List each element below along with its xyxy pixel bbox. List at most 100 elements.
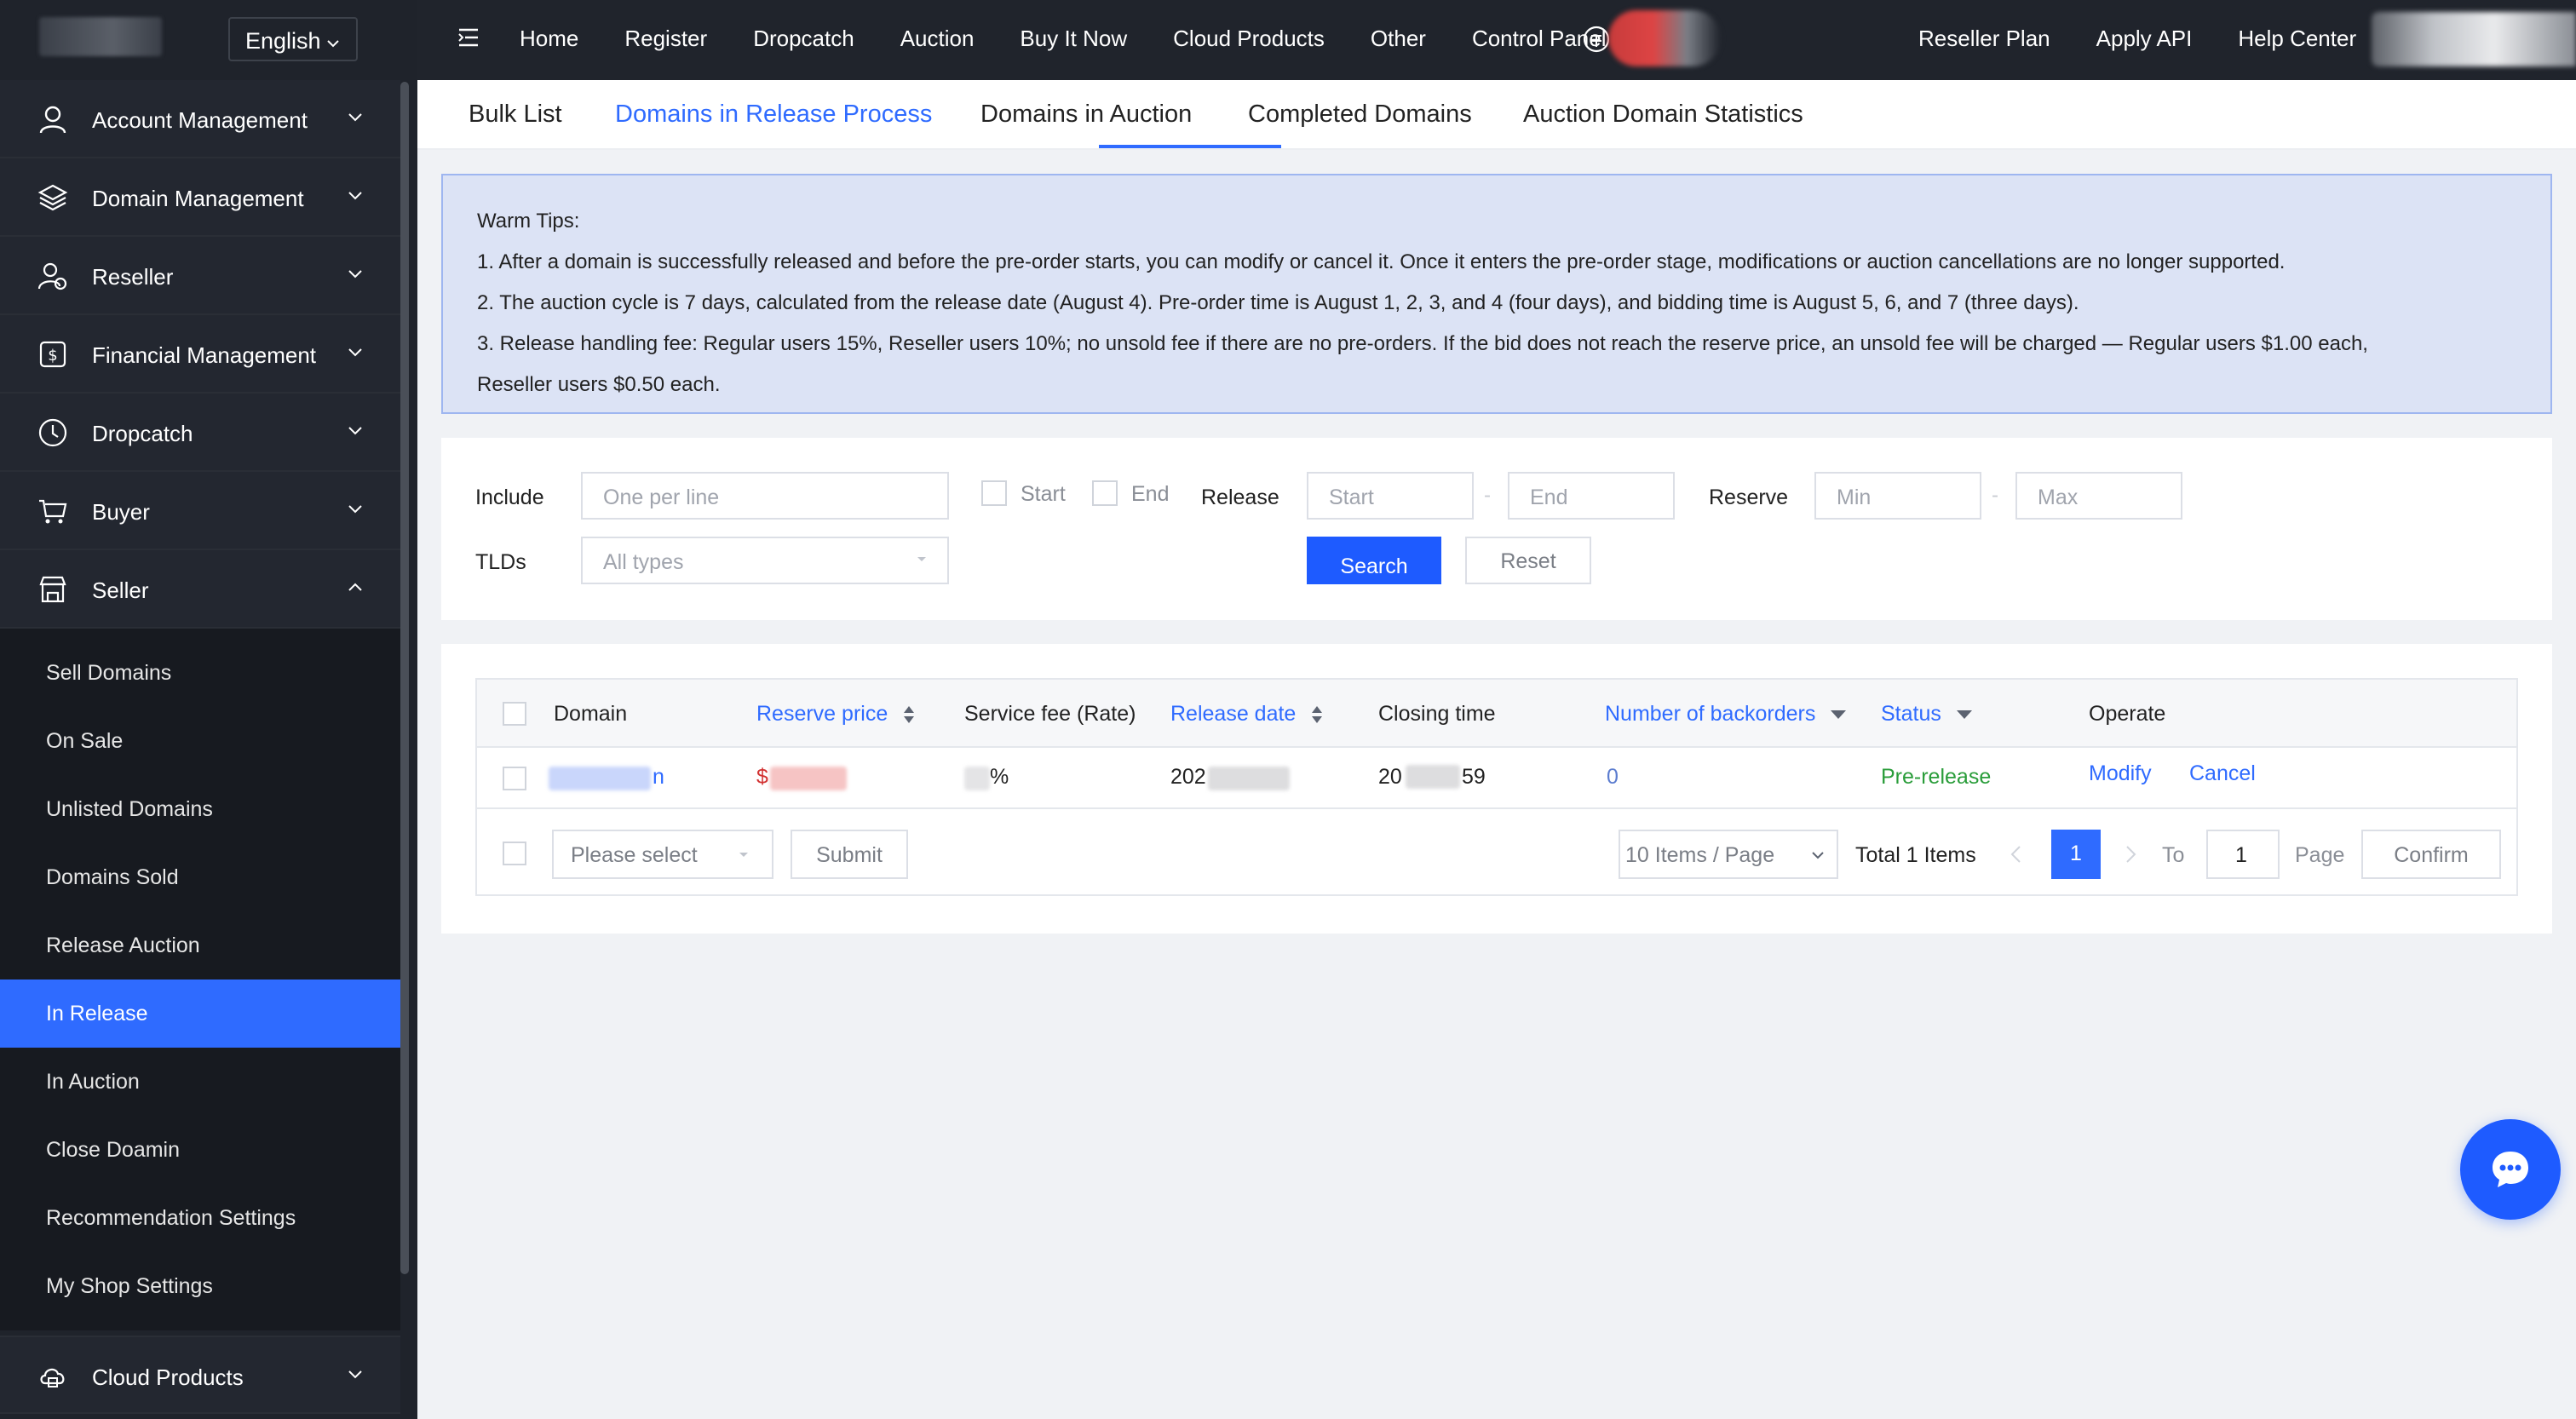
tab-auction-domain-statistics[interactable]: Auction Domain Statistics — [1523, 101, 1803, 129]
column-number-of-backorders[interactable]: Number of backorders — [1605, 702, 1847, 727]
filter-icon[interactable] — [1830, 709, 1847, 721]
closing-time-prefix: 20 — [1378, 765, 1402, 789]
next-page-icon[interactable] — [2121, 843, 2140, 865]
sidebar-item-sell-domains[interactable]: Sell Domains — [0, 639, 400, 707]
tab-bulk-list[interactable]: Bulk List — [469, 101, 562, 129]
service-fee-suffix: % — [990, 765, 1009, 789]
reserve-price-redacted — [770, 767, 847, 790]
reserve-max-input[interactable]: Max — [2015, 472, 2182, 520]
confirm-button[interactable]: Confirm — [2361, 830, 2501, 879]
seller-submenu: Sell Domains On Sale Unlisted Domains Do… — [0, 629, 400, 1330]
sidebar-item-close-domain[interactable]: Close Doamin — [0, 1116, 400, 1184]
sidebar-item-on-sale[interactable]: On Sale — [0, 707, 400, 775]
column-service-fee: Service fee (Rate) — [964, 702, 1136, 726]
chat-support-button[interactable] — [2460, 1119, 2561, 1220]
tab-completed-domains[interactable]: Completed Domains — [1248, 101, 1472, 129]
sidebar-item-unlisted-domains[interactable]: Unlisted Domains — [0, 775, 400, 843]
release-start-placeholder: Start — [1329, 485, 1374, 509]
top-nav-links: Home Register Dropcatch Auction Buy It N… — [520, 26, 1606, 52]
language-label: English — [245, 28, 321, 54]
tab-domains-in-release-process[interactable]: Domains in Release Process — [615, 101, 932, 129]
column-label: Status — [1881, 702, 1941, 726]
column-release-date[interactable]: Release date — [1170, 702, 1324, 727]
footer-select-all-checkbox[interactable] — [503, 842, 526, 865]
user-menu[interactable] — [2372, 12, 2576, 66]
domain-name-suffix[interactable]: n — [653, 765, 664, 790]
page-size-select[interactable]: 10 Items / Page — [1619, 830, 1838, 879]
nav-other[interactable]: Other — [1371, 26, 1426, 52]
sidebar-group-domain[interactable]: Domain Management — [0, 158, 400, 237]
sidebar-item-release-auction[interactable]: Release Auction — [0, 911, 400, 980]
chevron-down-icon — [348, 270, 362, 279]
tab-domains-in-auction[interactable]: Domains in Auction — [980, 101, 1192, 129]
reserve-label: Reserve — [1709, 485, 1789, 509]
cancel-link[interactable]: Cancel — [2189, 761, 2256, 786]
sidebar-item-in-auction[interactable]: In Auction — [0, 1048, 400, 1116]
end-checkbox[interactable] — [1092, 480, 1118, 506]
balance-badge[interactable] — [1608, 10, 1721, 66]
sidebar-scrollbar[interactable] — [400, 82, 409, 1274]
dollar-icon: $ — [39, 341, 66, 368]
nav-cloud-products[interactable]: Cloud Products — [1173, 26, 1325, 52]
filter-icon[interactable] — [1956, 709, 1973, 721]
nav-apply-api[interactable]: Apply API — [2096, 26, 2193, 52]
nav-reseller-plan[interactable]: Reseller Plan — [1918, 26, 2050, 52]
bulk-action-select[interactable]: Please select — [552, 830, 773, 879]
submit-button[interactable]: Submit — [791, 830, 908, 879]
menu-toggle-icon[interactable] — [457, 26, 480, 49]
sidebar-item-recommendation-settings[interactable]: Recommendation Settings — [0, 1184, 400, 1252]
release-start-input[interactable]: Start — [1307, 472, 1474, 520]
goto-page-input[interactable]: 1 — [2206, 830, 2280, 879]
caret-down-icon — [917, 557, 926, 561]
sidebar-group-buyer[interactable]: Buyer — [0, 472, 400, 550]
logo-area: English — [0, 0, 409, 80]
nav-home[interactable]: Home — [520, 26, 578, 52]
release-date-prefix: 202 — [1170, 765, 1206, 789]
sidebar-group-seller[interactable]: Seller — [0, 550, 400, 629]
sidebar-group-cloud-products[interactable]: Cloud Products — [0, 1336, 400, 1414]
sidebar-group-account[interactable]: Account Management — [0, 80, 400, 158]
page-number-current[interactable]: 1 — [2051, 830, 2101, 879]
column-label: Reserve price — [756, 702, 888, 726]
sidebar-item-in-release[interactable]: In Release — [0, 980, 400, 1048]
sidebar-group-financial[interactable]: $ Financial Management — [0, 315, 400, 394]
logo[interactable] — [39, 17, 162, 56]
select-all-checkbox[interactable] — [503, 702, 526, 726]
search-button[interactable]: Search — [1307, 537, 1441, 584]
service-fee-redacted — [964, 767, 990, 790]
nav-help-center[interactable]: Help Center — [2238, 26, 2356, 52]
row-checkbox[interactable] — [503, 767, 526, 790]
language-select[interactable]: English — [228, 17, 358, 61]
nav-auction[interactable]: Auction — [900, 26, 975, 52]
sort-icon[interactable] — [902, 704, 916, 725]
tlds-select-value: All types — [603, 550, 684, 574]
domain-name-redacted[interactable] — [549, 767, 651, 790]
release-end-placeholder: End — [1530, 485, 1568, 509]
reserve-min-input[interactable]: Min — [1814, 472, 1981, 520]
prev-page-icon[interactable] — [2007, 843, 2026, 865]
column-domain: Domain — [554, 702, 628, 726]
sidebar-item-domains-sold[interactable]: Domains Sold — [0, 843, 400, 911]
column-reserve-price[interactable]: Reserve price — [756, 702, 916, 727]
sidebar-item-my-shop-settings[interactable]: My Shop Settings — [0, 1252, 400, 1320]
tips-line: 1. After a domain is successfully releas… — [477, 250, 2286, 273]
chevron-up-icon — [348, 583, 362, 591]
sidebar-group-reseller[interactable]: Reseller — [0, 237, 400, 315]
chevron-down-icon — [348, 427, 362, 435]
reset-button[interactable]: Reset — [1465, 537, 1591, 584]
sort-icon[interactable] — [1310, 704, 1324, 725]
include-input[interactable]: One per line — [581, 472, 949, 520]
sidebar-group-label: Account Management — [92, 107, 308, 133]
nav-dropcatch[interactable]: Dropcatch — [753, 26, 854, 52]
nav-register[interactable]: Register — [624, 26, 707, 52]
modify-link[interactable]: Modify — [2089, 761, 2152, 786]
sidebar-group-dropcatch[interactable]: Dropcatch — [0, 394, 400, 472]
tlds-select[interactable]: All types — [581, 537, 949, 584]
release-end-input[interactable]: End — [1508, 472, 1675, 520]
include-label: Include — [475, 485, 544, 509]
nav-buy-it-now[interactable]: Buy It Now — [1020, 26, 1127, 52]
column-status[interactable]: Status — [1881, 702, 1973, 727]
coin-icon[interactable] — [1581, 24, 1612, 55]
start-checkbox[interactable] — [981, 480, 1007, 506]
reserve-min-placeholder: Min — [1837, 485, 1872, 509]
